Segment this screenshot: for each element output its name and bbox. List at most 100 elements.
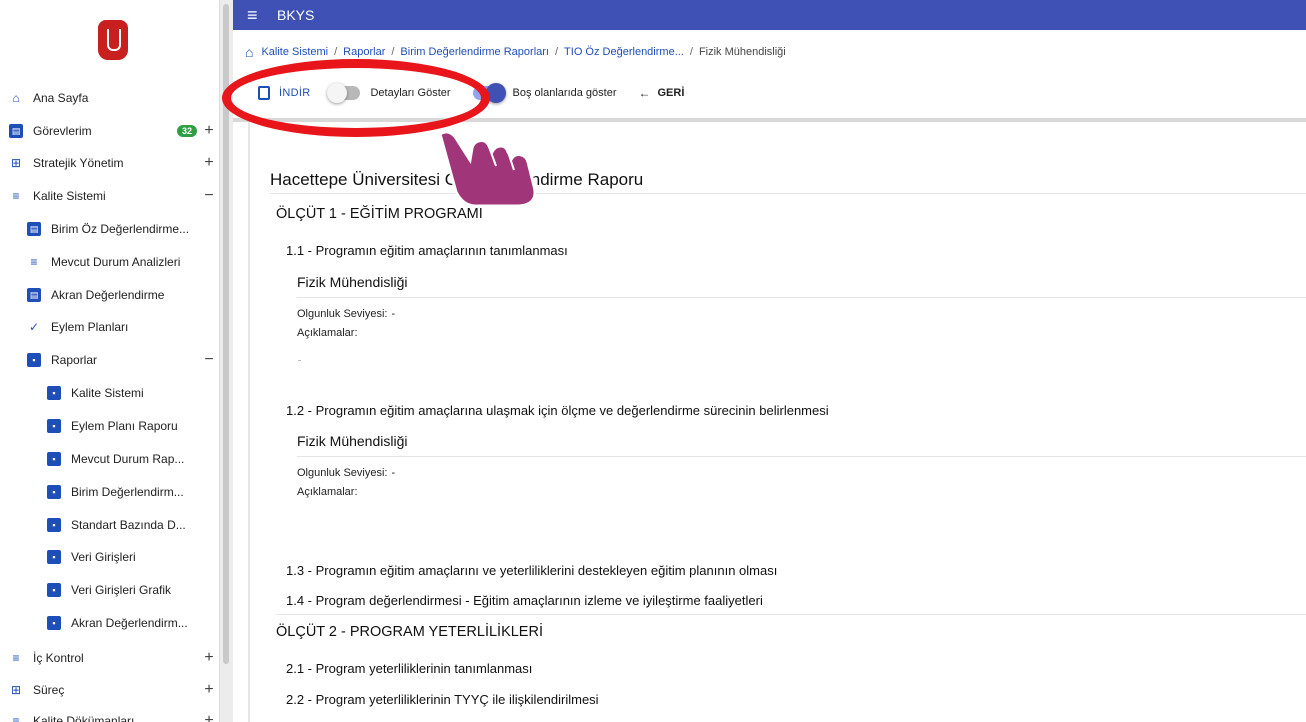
item-title: 1.3 - Programın eğitim amaçlarını ve yet… [286,563,778,578]
sidebar-item-label: Ana Sayfa [33,91,89,105]
app-header: ≡ BKYS [233,0,1306,30]
show-empty-label: Boş olanlarıda göster [512,87,617,99]
list-icon: ≡ [12,714,20,722]
report-icon: ▪ [47,518,61,532]
sidebar-item-tasks[interactable]: ▤ Görevlerim 32 + [0,116,219,146]
sidebar-item-label: Raporlar [51,353,98,367]
menu-icon[interactable]: ≡ [247,6,265,24]
expand-icon[interactable]: + [199,681,219,699]
back-button[interactable]: ← GERİ [639,86,685,100]
list-icon: ≡ [30,255,38,269]
back-button-label: GERİ [657,87,685,99]
sidebar-item-label: Stratejik Yönetim [33,156,124,170]
sidebar-item-label: Görevlerim [33,124,92,138]
action-plan-icon: ✓ [28,320,40,334]
sidebar-item-quality-system[interactable]: ≡ Kalite Sistemi − [0,181,219,211]
criterion-title: ÖLÇÜT 2 - PROGRAM YETERLİLİKLERİ [276,624,543,640]
sidebar-item-process[interactable]: ⊞ Süreç + [0,675,219,705]
sidebar: ⌂ Ana Sayfa ▤ Görevlerim 32 + ⊞ Strateji… [0,0,220,722]
report-icon: ▪ [47,485,61,499]
clipboard-icon: ▤ [27,222,41,236]
sidebar-item-quality-documents[interactable]: ≡ Kalite Dökümanları + [0,706,219,722]
expand-icon[interactable]: + [199,712,219,722]
sidebar-item-label: Veri Girişleri [71,550,136,564]
sidebar-item-label: Kalite Sistemi [33,189,106,203]
report-icon: ▪ [47,452,61,466]
sidebar-item-home[interactable]: ⌂ Ana Sayfa [0,83,219,113]
sidebar-item-label: Mevcut Durum Rap... [71,452,185,466]
maturity-level: Olgunluk Seviyesi: - [297,308,395,320]
university-logo [72,4,154,76]
list-icon: ≡ [12,189,20,203]
breadcrumb-separator: / [689,46,693,58]
report-folder-icon: ▪ [27,353,41,367]
empty-notes-marker [298,360,301,361]
sidebar-item-report-data-entries[interactable]: ▪ Veri Girişleri [0,542,219,572]
sidebar-item-unit-self-assessment[interactable]: ▤ Birim Öz Değerlendirme... [0,214,219,244]
sidebar-item-label: Kalite Dökümanları [33,714,135,722]
sidebar-item-label: Birim Değerlendirm... [71,485,184,499]
collapse-icon[interactable]: − [199,351,219,369]
maturity-label: Olgunluk Seviyesi: [297,467,388,479]
breadcrumb-separator: / [334,46,338,58]
breadcrumb-current: Fizik Mühendisliği [698,46,786,58]
sidebar-item-report-peer-review[interactable]: ▪ Akran Değerlendirm... [0,608,219,638]
report-icon: ▪ [47,419,61,433]
report-icon: ▪ [47,386,61,400]
sidebar-item-report-quality-system[interactable]: ▪ Kalite Sistemi [0,378,219,408]
arrow-left-icon: ← [638,86,651,100]
breadcrumb-separator: / [554,46,559,58]
breadcrumb-item[interactable]: TIO Öz Değerlendirme... [564,46,684,58]
report-icon: ▪ [47,616,61,630]
criterion-title: ÖLÇÜT 1 - EĞİTİM PROGRAMI [276,206,483,222]
breadcrumb-item[interactable]: Kalite Sistemi [261,46,328,58]
item-title: 1.1 - Programın eğitim amaçlarının tanım… [286,243,568,258]
unit-name: Fizik Mühendisliği [297,274,408,290]
item-title: 2.1 - Program yeterliliklerinin tanımlan… [286,661,533,676]
strategy-icon: ⊞ [10,683,22,697]
unit-name: Fizik Mühendisliği [297,433,408,449]
sidebar-item-reports[interactable]: ▪ Raporlar − [0,345,219,375]
sidebar-item-label: Birim Öz Değerlendirme... [51,222,190,236]
divider [297,456,1306,457]
clipboard-icon: ▤ [27,288,41,302]
sidebar-item-label: Veri Girişleri Grafik [71,583,172,597]
tasks-icon: ▤ [9,124,23,138]
sidebar-item-report-data-entries-chart[interactable]: ▪ Veri Girişleri Grafik [0,575,219,605]
sidebar-item-report-standard-based[interactable]: ▪ Standart Bazında D... [0,510,219,540]
collapse-icon[interactable]: − [199,187,219,205]
expand-icon[interactable]: + [199,649,219,667]
app-title: BKYS [277,7,315,23]
sidebar-item-peer-review[interactable]: ▤ Akran Değerlendirme [0,280,219,310]
expand-icon[interactable]: + [199,122,219,140]
home-icon[interactable]: ⌂ [245,44,253,60]
maturity-value: - [391,308,396,320]
item-title: 1.2 - Programın eğitim amaçlarına ulaşma… [286,403,829,418]
pointing-hand-icon [438,130,537,208]
report-icon: ▪ [47,583,61,597]
sidebar-item-label: Kalite Sistemi [71,386,144,400]
sidebar-item-label: Süreç [33,683,65,697]
breadcrumb-item[interactable]: Raporlar [343,46,385,58]
breadcrumb-item[interactable]: Birim Değerlendirme Raporları [400,46,549,58]
sidebar-item-action-plans[interactable]: ✓ Eylem Planları [0,312,219,342]
maturity-value: - [391,467,396,479]
sidebar-item-strategic-management[interactable]: ⊞ Stratejik Yönetim + [0,148,219,178]
sidebar-item-label: Eylem Planı Raporu [71,419,178,433]
item-title: 2.2 - Program yeterliliklerinin TYYÇ ile… [286,692,599,707]
sidebar-item-current-status-analyses[interactable]: ≡ Mevcut Durum Analizleri [0,247,219,277]
list-icon: ≡ [12,651,20,665]
sidebar-item-report-current-status[interactable]: ▪ Mevcut Durum Rap... [0,444,219,474]
sidebar-item-label: Standart Bazında D... [71,518,186,532]
sidebar-item-label: Mevcut Durum Analizleri [51,255,181,269]
item-title: 1.4 - Program değerlendirmesi - Eğitim a… [286,593,763,608]
sidebar-item-report-unit-assessment[interactable]: ▪ Birim Değerlendirm... [0,477,219,507]
divider [276,614,1306,615]
strategy-icon: ⊞ [10,156,22,170]
breadcrumb: ⌂ Kalite Sistemi / Raporlar / Birim Değe… [245,44,786,60]
expand-icon[interactable]: + [199,154,219,172]
sidebar-item-label: Akran Değerlendirm... [71,616,188,630]
breadcrumb-separator: / [391,46,395,58]
sidebar-item-internal-control[interactable]: ≡ İç Kontrol + [0,643,219,673]
sidebar-item-report-action-plan[interactable]: ▪ Eylem Planı Raporu [0,411,219,441]
